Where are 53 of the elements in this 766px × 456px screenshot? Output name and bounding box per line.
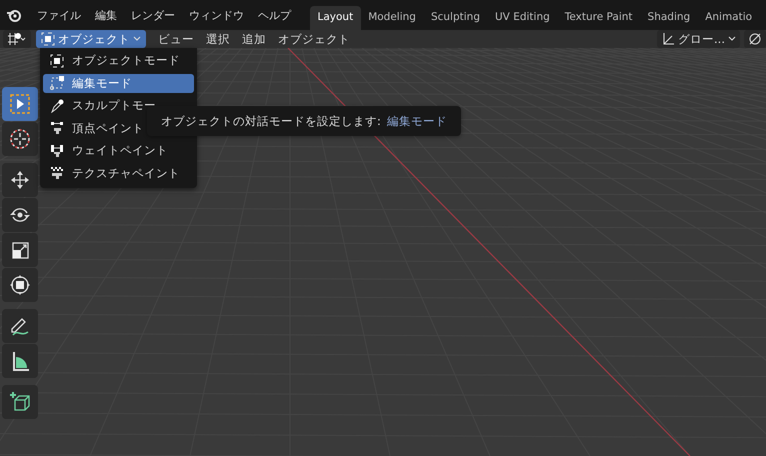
- menu-item[interactable]: ウィンドウ: [182, 8, 251, 22]
- menu-item[interactable]: ファイル: [30, 8, 88, 22]
- mode-menu-item[interactable]: ウェイトペイント: [43, 141, 194, 160]
- add-cube-tool[interactable]: [2, 385, 38, 419]
- mode-menu-item[interactable]: オブジェクトモード: [43, 51, 194, 70]
- workspace-tab[interactable]: Modeling: [360, 6, 424, 30]
- vertex-mode-icon: [50, 121, 64, 135]
- menu-item[interactable]: 編集: [88, 8, 124, 22]
- header-menu[interactable]: ビュー: [152, 32, 200, 46]
- pivot-icon: [748, 32, 762, 46]
- workspace-tab[interactable]: Animatio: [698, 6, 760, 30]
- rotate-tool[interactable]: [2, 198, 38, 232]
- workspace-tab[interactable]: Sculpting: [423, 6, 488, 30]
- menu-item[interactable]: レンダー: [124, 8, 182, 22]
- edit-mode-icon: [50, 76, 64, 90]
- select-tool[interactable]: [2, 87, 38, 121]
- workspace-tab[interactable]: UV Editing: [488, 6, 558, 30]
- object-mode-icon: [41, 32, 55, 46]
- mode-menu-item[interactable]: スカルプトモー: [43, 96, 194, 115]
- object-mode-icon: [50, 54, 64, 68]
- scale-tool[interactable]: [2, 233, 38, 267]
- measure-tool[interactable]: [2, 344, 38, 378]
- header-menu[interactable]: 選択: [200, 32, 236, 46]
- app-logo-icon[interactable]: [6, 7, 22, 23]
- transform-tool[interactable]: [2, 268, 38, 302]
- workspace-tab[interactable]: Layout: [310, 6, 361, 30]
- header-menu[interactable]: 追加: [236, 32, 272, 46]
- cursor-tool[interactable]: [2, 122, 38, 156]
- workspace-tab[interactable]: Texture Paint: [557, 6, 640, 30]
- mode-dropdown[interactable]: オブジェクト: [36, 30, 146, 48]
- mode-menu-item[interactable]: テクスチャペイント: [43, 164, 194, 182]
- tooltip-text: オブジェクトの対話モードを設定します:: [161, 114, 381, 128]
- chevron-icon: [728, 36, 736, 42]
- add-cube-icon: [9, 391, 31, 413]
- texture-mode-icon: [50, 166, 64, 180]
- sculpt-mode-icon: [50, 98, 64, 112]
- annotate-tool[interactable]: [2, 309, 38, 343]
- menu-item[interactable]: ヘルプ: [251, 8, 298, 22]
- cursor-icon: [9, 128, 31, 150]
- transform-icon: [9, 274, 31, 296]
- move-icon: [9, 169, 31, 191]
- tooltip-value: 編集モード: [386, 114, 447, 128]
- weight-mode-icon: [50, 144, 64, 158]
- select-icon: [9, 93, 31, 115]
- editor-type-button[interactable]: [3, 30, 31, 48]
- header-menu[interactable]: オブジェクト: [272, 32, 356, 46]
- chevron-icon: [133, 36, 141, 42]
- mode-menu-item[interactable]: 編集モード: [43, 74, 194, 92]
- workspace-tab[interactable]: Shading: [640, 6, 698, 30]
- axes-icon: [661, 32, 676, 46]
- orientation-dropdown[interactable]: グロー...: [657, 30, 740, 48]
- move-tool[interactable]: [2, 163, 38, 197]
- pivot-button[interactable]: [744, 30, 766, 48]
